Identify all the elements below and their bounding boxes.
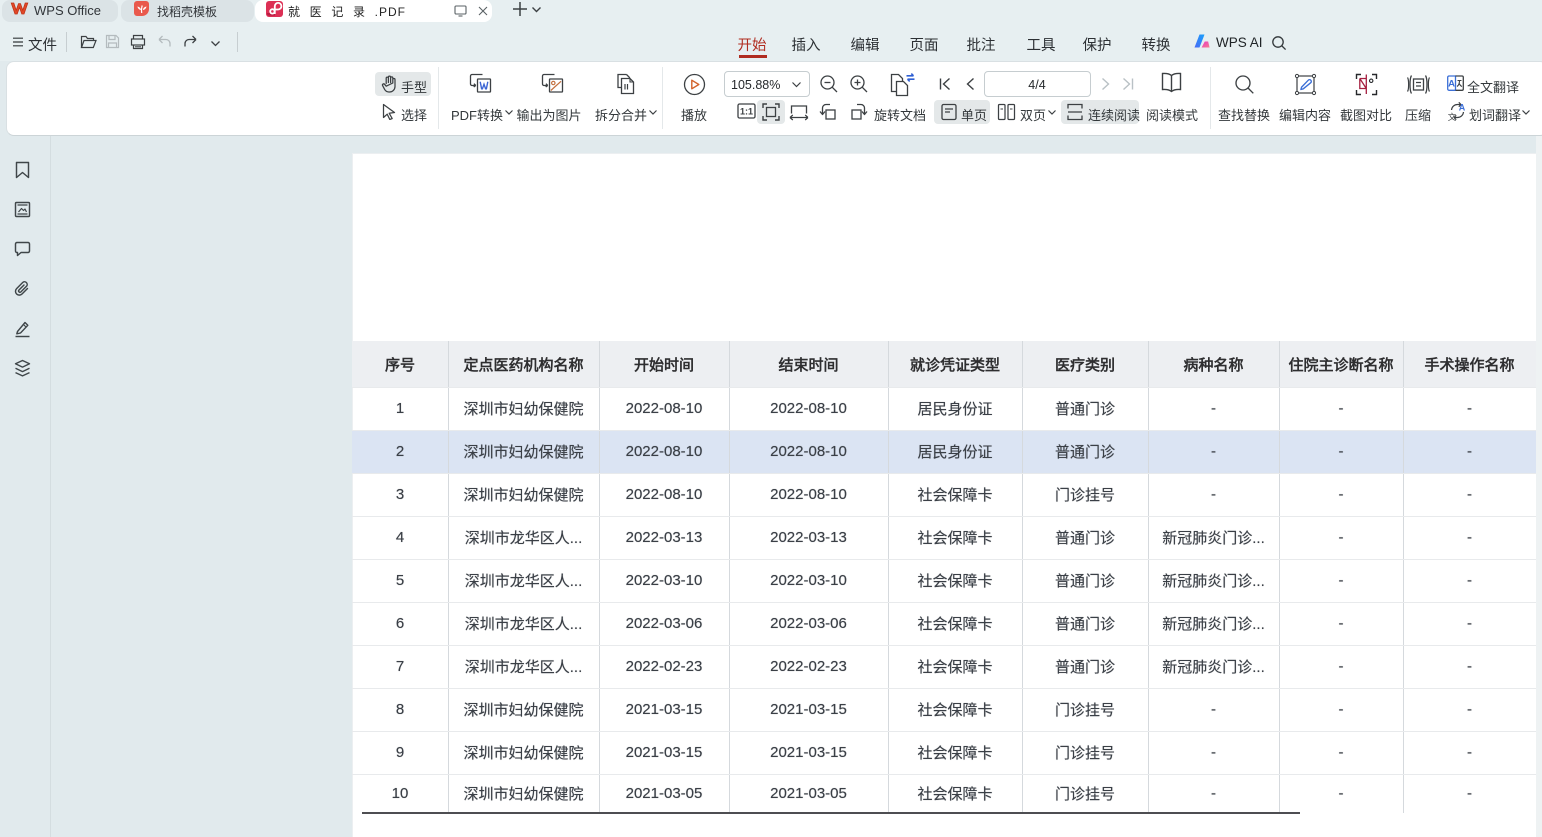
svg-text:A: A: [1448, 79, 1455, 90]
svg-text:1:1: 1:1: [740, 107, 753, 117]
svg-text:A: A: [1459, 103, 1466, 113]
svg-text:文: 文: [1448, 112, 1457, 121]
